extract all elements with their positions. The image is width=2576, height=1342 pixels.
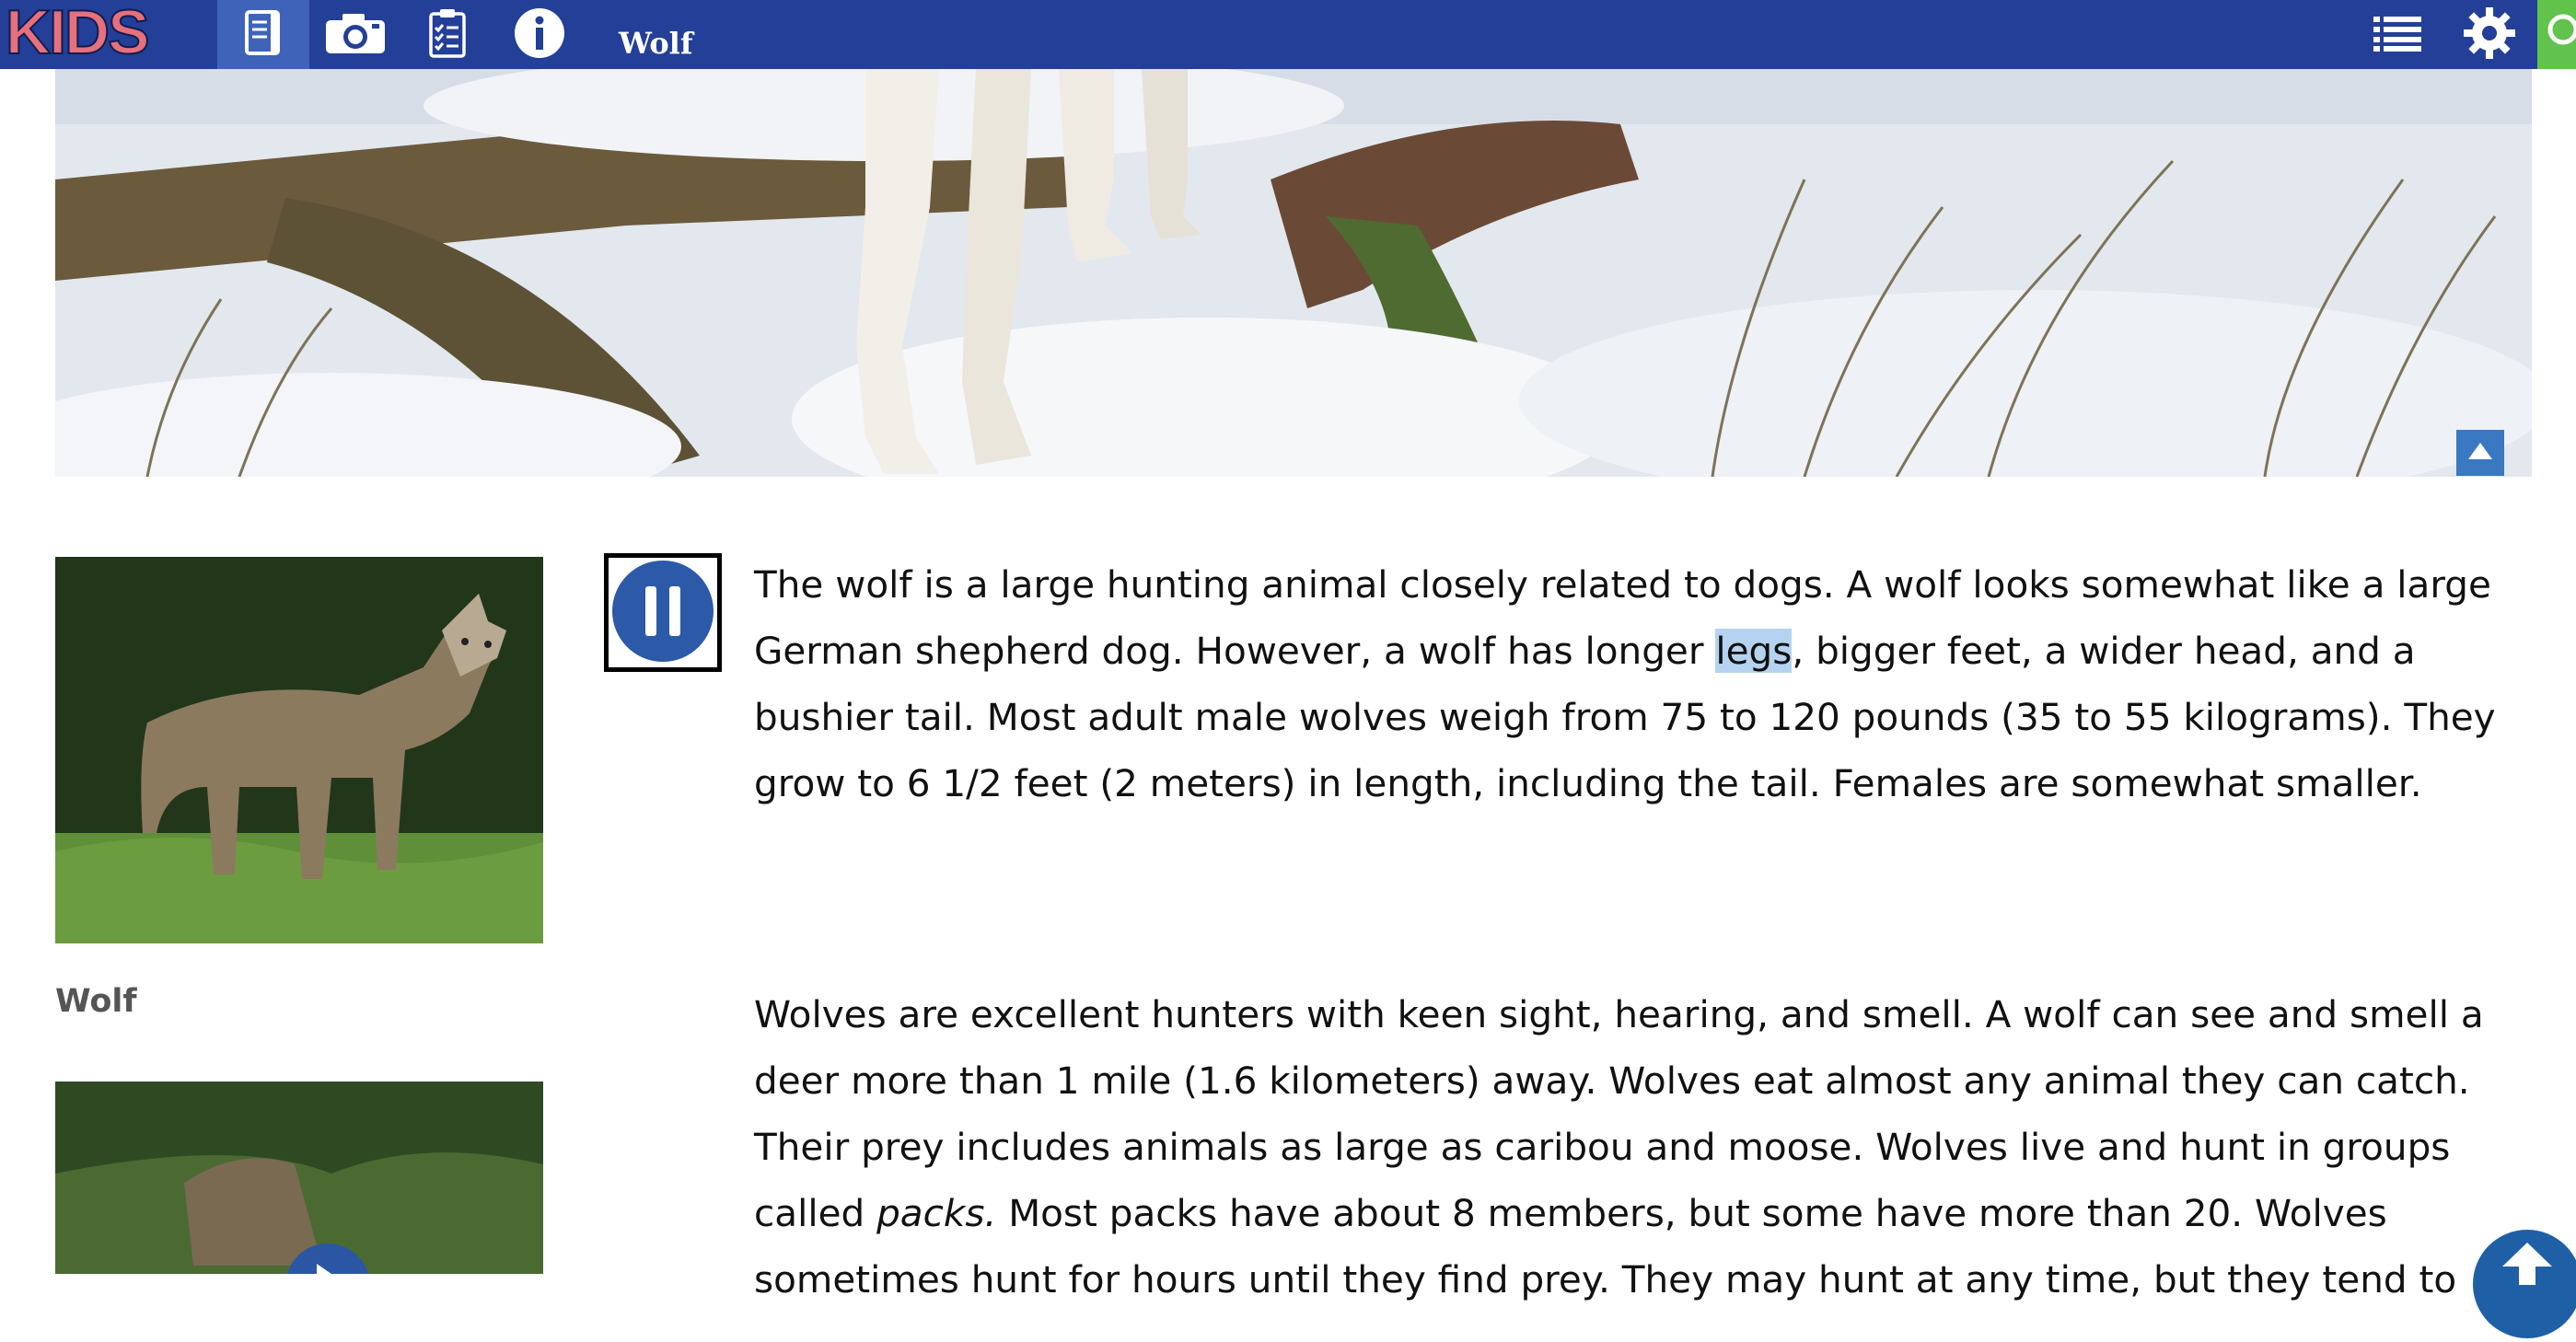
wolf-image[interactable] (55, 557, 543, 943)
article-paragraph: Wolves are excellent hunters with keen s… (754, 981, 2503, 1313)
info-icon (513, 6, 566, 64)
gear-icon (2463, 6, 2516, 64)
collapse-hero-button[interactable] (2456, 430, 2504, 476)
hero-image (55, 69, 2532, 477)
table-of-contents-button[interactable] (2353, 0, 2442, 69)
article-text: Most packs have about 8 members, but som… (754, 1191, 2457, 1302)
wolf-video-thumbnail[interactable] (55, 1082, 543, 1274)
emphasized-term: packs. (876, 1191, 997, 1235)
pause-icon (611, 560, 714, 666)
page-title: Wolf (619, 26, 693, 61)
article-paragraph: The wolf is a large hunting animal close… (754, 551, 2503, 816)
scroll-to-top-button[interactable] (2473, 1230, 2576, 1338)
highlighted-word[interactable]: legs (1715, 629, 1793, 673)
media-button[interactable] (309, 0, 401, 69)
list-icon (2373, 15, 2421, 55)
activities-button[interactable] (401, 0, 493, 69)
checklist-icon (427, 7, 468, 63)
settings-button[interactable] (2445, 0, 2534, 69)
image-caption: Wolf (55, 983, 137, 1020)
article-button[interactable] (217, 0, 309, 69)
pause-audio-button[interactable] (604, 553, 722, 672)
article-icon (243, 9, 284, 61)
info-button[interactable] (493, 0, 586, 69)
triangle-up-icon (2467, 441, 2493, 465)
search-icon (2537, 14, 2576, 73)
arrow-up-icon (2473, 1243, 2576, 1342)
kids-logo[interactable]: KIDS (5, 0, 150, 68)
camera-icon (324, 11, 387, 59)
search-button[interactable] (2537, 0, 2576, 69)
top-bar: KIDS Wolf (0, 0, 2576, 69)
